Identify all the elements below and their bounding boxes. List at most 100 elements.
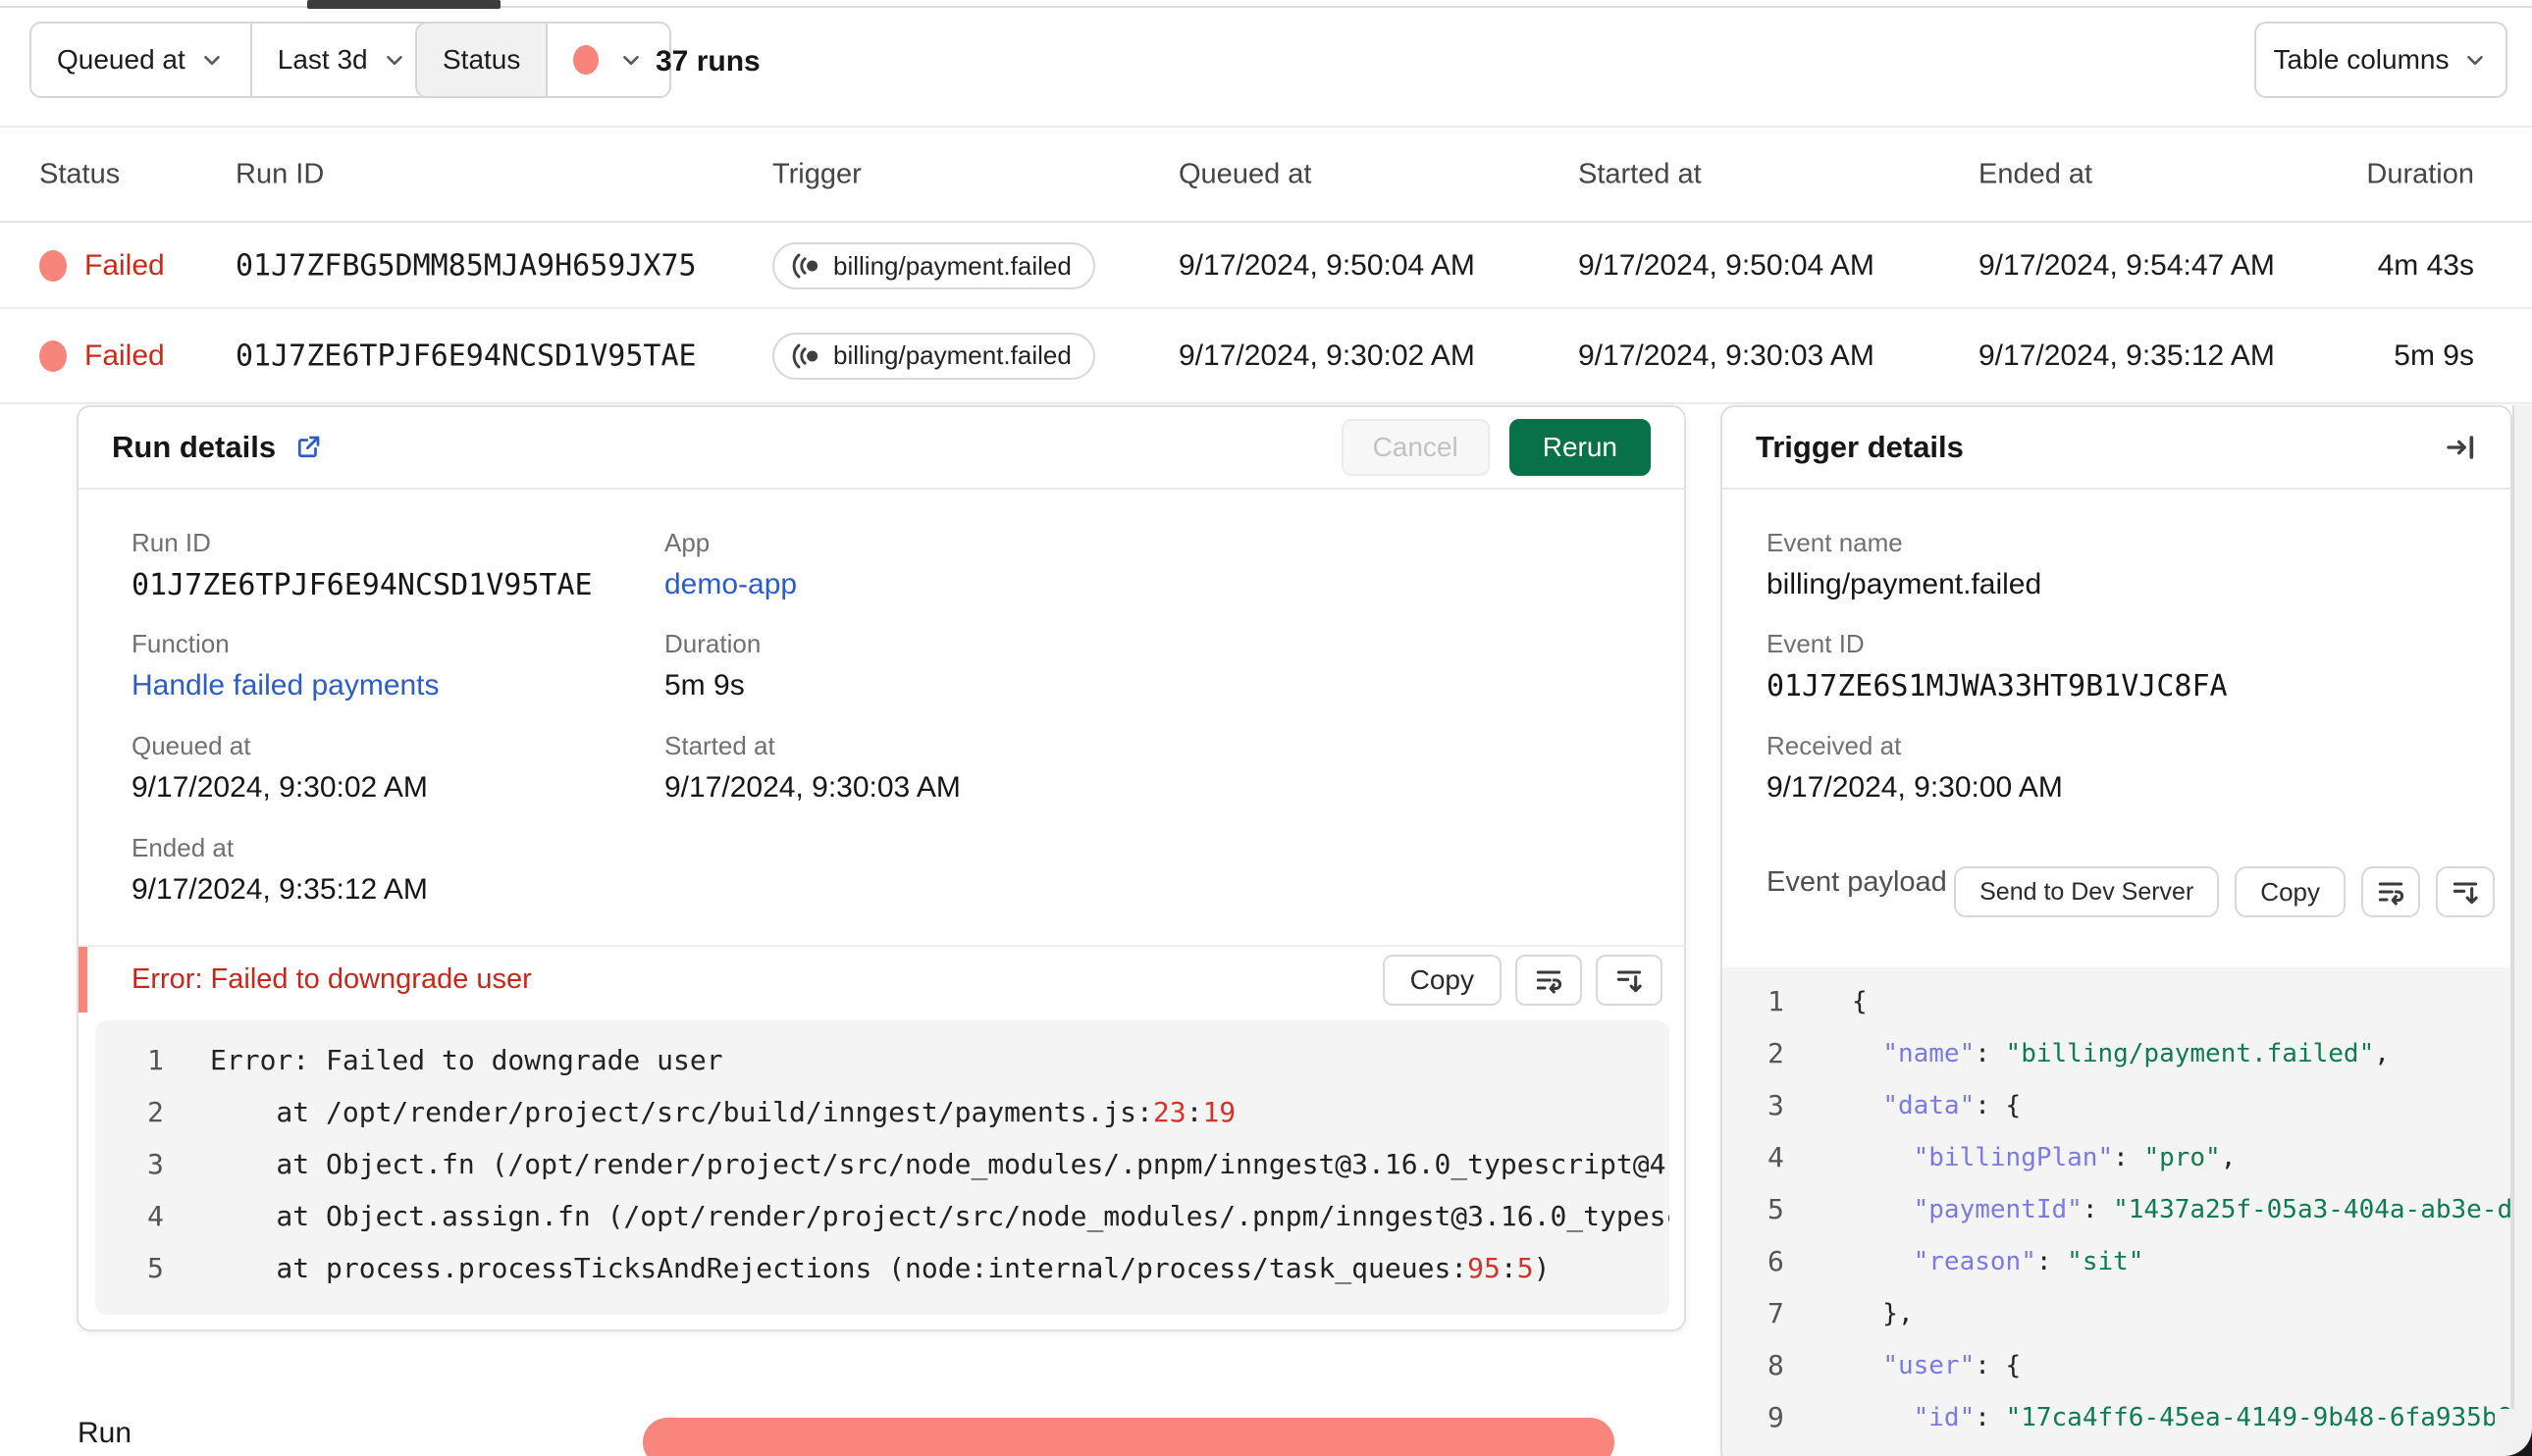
event-payload-code-block[interactable]: 1{2 "name": "billing/payment.failed", 3 "… — [1722, 967, 2510, 1456]
event-id-field: Event ID 01J7ZE6S1MJWA33HT9B1VJC8FA — [1767, 629, 2228, 703]
received-at-label: Received at — [1767, 731, 1902, 760]
run-id-cell: 01J7ZFBG5DMM85MJA9H659JX75 — [236, 248, 697, 284]
code-line: 3 "data": { — [1767, 1089, 2022, 1121]
table-row[interactable]: Failed 01J7ZFBG5DMM85MJA9H659JX75 billin… — [0, 225, 2532, 309]
event-id-value: 01J7ZE6S1MJWA33HT9B1VJC8FA — [1767, 669, 2228, 703]
queued-at-cell: 9/17/2024, 9:50:04 AM — [1179, 249, 1475, 282]
scrollbar-track[interactable] — [2512, 405, 2532, 1456]
wrap-text-button[interactable] — [2361, 866, 2420, 917]
error-accent-stripe — [79, 947, 87, 1013]
run-details-title: Run details — [112, 430, 277, 464]
column-header-started-at[interactable]: Started at — [1578, 158, 1702, 190]
trigger-details-title: Trigger details — [1756, 430, 1964, 464]
trigger-event-badge[interactable]: billing/payment.failed — [772, 242, 1095, 289]
code-line: 4 at Object.assign.fn (/opt/render/proje… — [147, 1200, 1669, 1232]
run-id-field: Run ID 01J7ZE6TPJF6E94NCSD1V95TAE — [132, 528, 593, 602]
status-cell: Failed — [39, 339, 165, 373]
column-header-duration[interactable]: Duration — [2366, 158, 2474, 190]
runs-dashboard: Queued at Last 3d Status 37 runs Table c… — [0, 0, 2532, 1456]
code-line: 4 "billingPlan": "pro", — [1767, 1141, 2237, 1173]
event-id-label: Event ID — [1767, 629, 1865, 658]
wrap-text-button[interactable] — [1515, 954, 1582, 1006]
code-line: 6 "reason": "sit" — [1767, 1245, 2144, 1277]
copy-payload-button[interactable]: Copy — [2235, 866, 2346, 917]
status-filter-label-cell[interactable]: Status — [417, 24, 547, 96]
chevron-down-icon — [203, 55, 220, 66]
queued-at-label: Queued at — [132, 731, 251, 760]
external-link-icon[interactable] — [293, 433, 323, 462]
code-line: 8 "user": { — [1767, 1349, 2022, 1381]
duration-cell: 4m 43s — [2377, 249, 2474, 282]
code-line: 9 "id": "17ca4ff6-45ea-4149-9b48-6fa935b… — [1767, 1401, 2510, 1433]
ended-at-field: Ended at 9/17/2024, 9:35:12 AM — [132, 833, 428, 907]
code-line: 5 "paymentId": "1437a25f-05a3-404a-ab3e-… — [1767, 1193, 2510, 1225]
app-link[interactable]: demo-app — [664, 568, 797, 601]
event-payload-label: Event payload — [1767, 866, 1947, 898]
trigger-event-badge[interactable]: billing/payment.failed — [772, 332, 1095, 380]
status-filter-group: Status — [415, 22, 672, 98]
scroll-to-bottom-button[interactable] — [2436, 866, 2495, 917]
status-filter-label: Status — [443, 44, 521, 75]
scroll-down-icon — [1616, 969, 1642, 992]
timeline-run-bar[interactable] — [643, 1418, 1614, 1456]
copy-error-button[interactable]: Copy — [1382, 954, 1502, 1006]
sort-field-label: Queued at — [57, 44, 185, 75]
function-label: Function — [132, 629, 230, 658]
code-line: 5 at process.processTicksAndRejections (… — [147, 1252, 1551, 1284]
app-field: App demo-app — [664, 528, 797, 601]
run-details-header: Run details Cancel Rerun — [79, 407, 1684, 490]
event-name-label: Event name — [1767, 528, 1903, 557]
received-at-value: 9/17/2024, 9:30:00 AM — [1767, 771, 2063, 804]
column-header-trigger[interactable]: Trigger — [772, 158, 862, 190]
time-range-label: Last 3d — [277, 44, 368, 75]
queued-at-field: Queued at 9/17/2024, 9:30:02 AM — [132, 731, 428, 805]
run-id-cell: 01J7ZE6TPJF6E94NCSD1V95TAE — [236, 338, 697, 373]
event-pulse-icon — [792, 343, 819, 368]
event-name-field: Event name billing/payment.failed — [1767, 528, 2041, 601]
received-at-field: Received at 9/17/2024, 9:30:00 AM — [1767, 731, 2063, 805]
app-label: App — [664, 528, 711, 557]
duration-label: Duration — [664, 629, 762, 658]
function-link[interactable]: Handle failed payments — [132, 669, 440, 702]
code-line: 10 } — [1722, 1443, 2510, 1456]
send-to-dev-server-button[interactable]: Send to Dev Server — [1954, 866, 2220, 917]
cancel-button[interactable]: Cancel — [1341, 419, 1490, 476]
trigger-cell: billing/payment.failed — [772, 242, 1095, 289]
scroll-to-bottom-button[interactable] — [1596, 954, 1662, 1006]
ended-at-label: Ended at — [132, 833, 235, 862]
column-header-queued-at[interactable]: Queued at — [1179, 158, 1311, 190]
stack-trace-code-block[interactable]: 1 Error: Failed to downgrade user 2 at /op… — [95, 1020, 1669, 1315]
column-header-status[interactable]: Status — [39, 158, 120, 190]
ended-at-cell: 9/17/2024, 9:54:47 AM — [1978, 249, 2275, 282]
column-header-run-id[interactable]: Run ID — [236, 158, 324, 190]
active-tab-indicator — [307, 0, 501, 9]
started-at-cell: 9/17/2024, 9:30:03 AM — [1578, 338, 1874, 372]
status-filter-value-dropdown[interactable] — [546, 24, 670, 96]
failed-status-dot-icon — [39, 250, 67, 282]
time-range-dropdown[interactable]: Last 3d — [249, 24, 433, 96]
started-at-cell: 9/17/2024, 9:50:04 AM — [1578, 249, 1874, 282]
table-header: Status Run ID Trigger Queued at Started … — [0, 126, 2532, 223]
rerun-button[interactable]: Rerun — [1508, 419, 1651, 476]
code-line: 2 "name": "billing/payment.failed", — [1767, 1037, 2390, 1069]
queued-at-value: 9/17/2024, 9:30:02 AM — [132, 771, 428, 804]
chevron-down-icon — [623, 55, 640, 66]
column-header-ended-at[interactable]: Ended at — [1978, 158, 2092, 190]
sort-field-dropdown[interactable]: Queued at — [31, 24, 250, 96]
ended-at-cell: 9/17/2024, 9:35:12 AM — [1978, 338, 2275, 372]
duration-cell: 5m 9s — [2394, 338, 2474, 372]
trigger-details-panel: Trigger details Event name billing/payme… — [1720, 405, 2512, 1456]
table-row[interactable]: Failed 01J7ZE6TPJF6E94NCSD1V95TAE billin… — [0, 309, 2532, 404]
status-label: Failed — [84, 249, 165, 282]
function-field: Function Handle failed payments — [132, 629, 440, 702]
error-banner: Error: Failed to downgrade user Copy — [79, 945, 1684, 1013]
event-payload-actions: Send to Dev Server Copy — [1954, 866, 2495, 917]
chevron-down-icon — [2467, 55, 2484, 66]
run-id-label: Run ID — [132, 528, 211, 557]
collapse-panel-icon[interactable] — [2444, 431, 2477, 464]
queued-at-filter-group: Queued at Last 3d — [29, 22, 435, 98]
table-columns-button[interactable]: Table columns — [2254, 22, 2507, 98]
code-line: 1 Error: Failed to downgrade user — [147, 1044, 723, 1076]
failed-status-dot-icon — [573, 45, 600, 75]
run-id-value: 01J7ZE6TPJF6E94NCSD1V95TAE — [132, 568, 593, 602]
